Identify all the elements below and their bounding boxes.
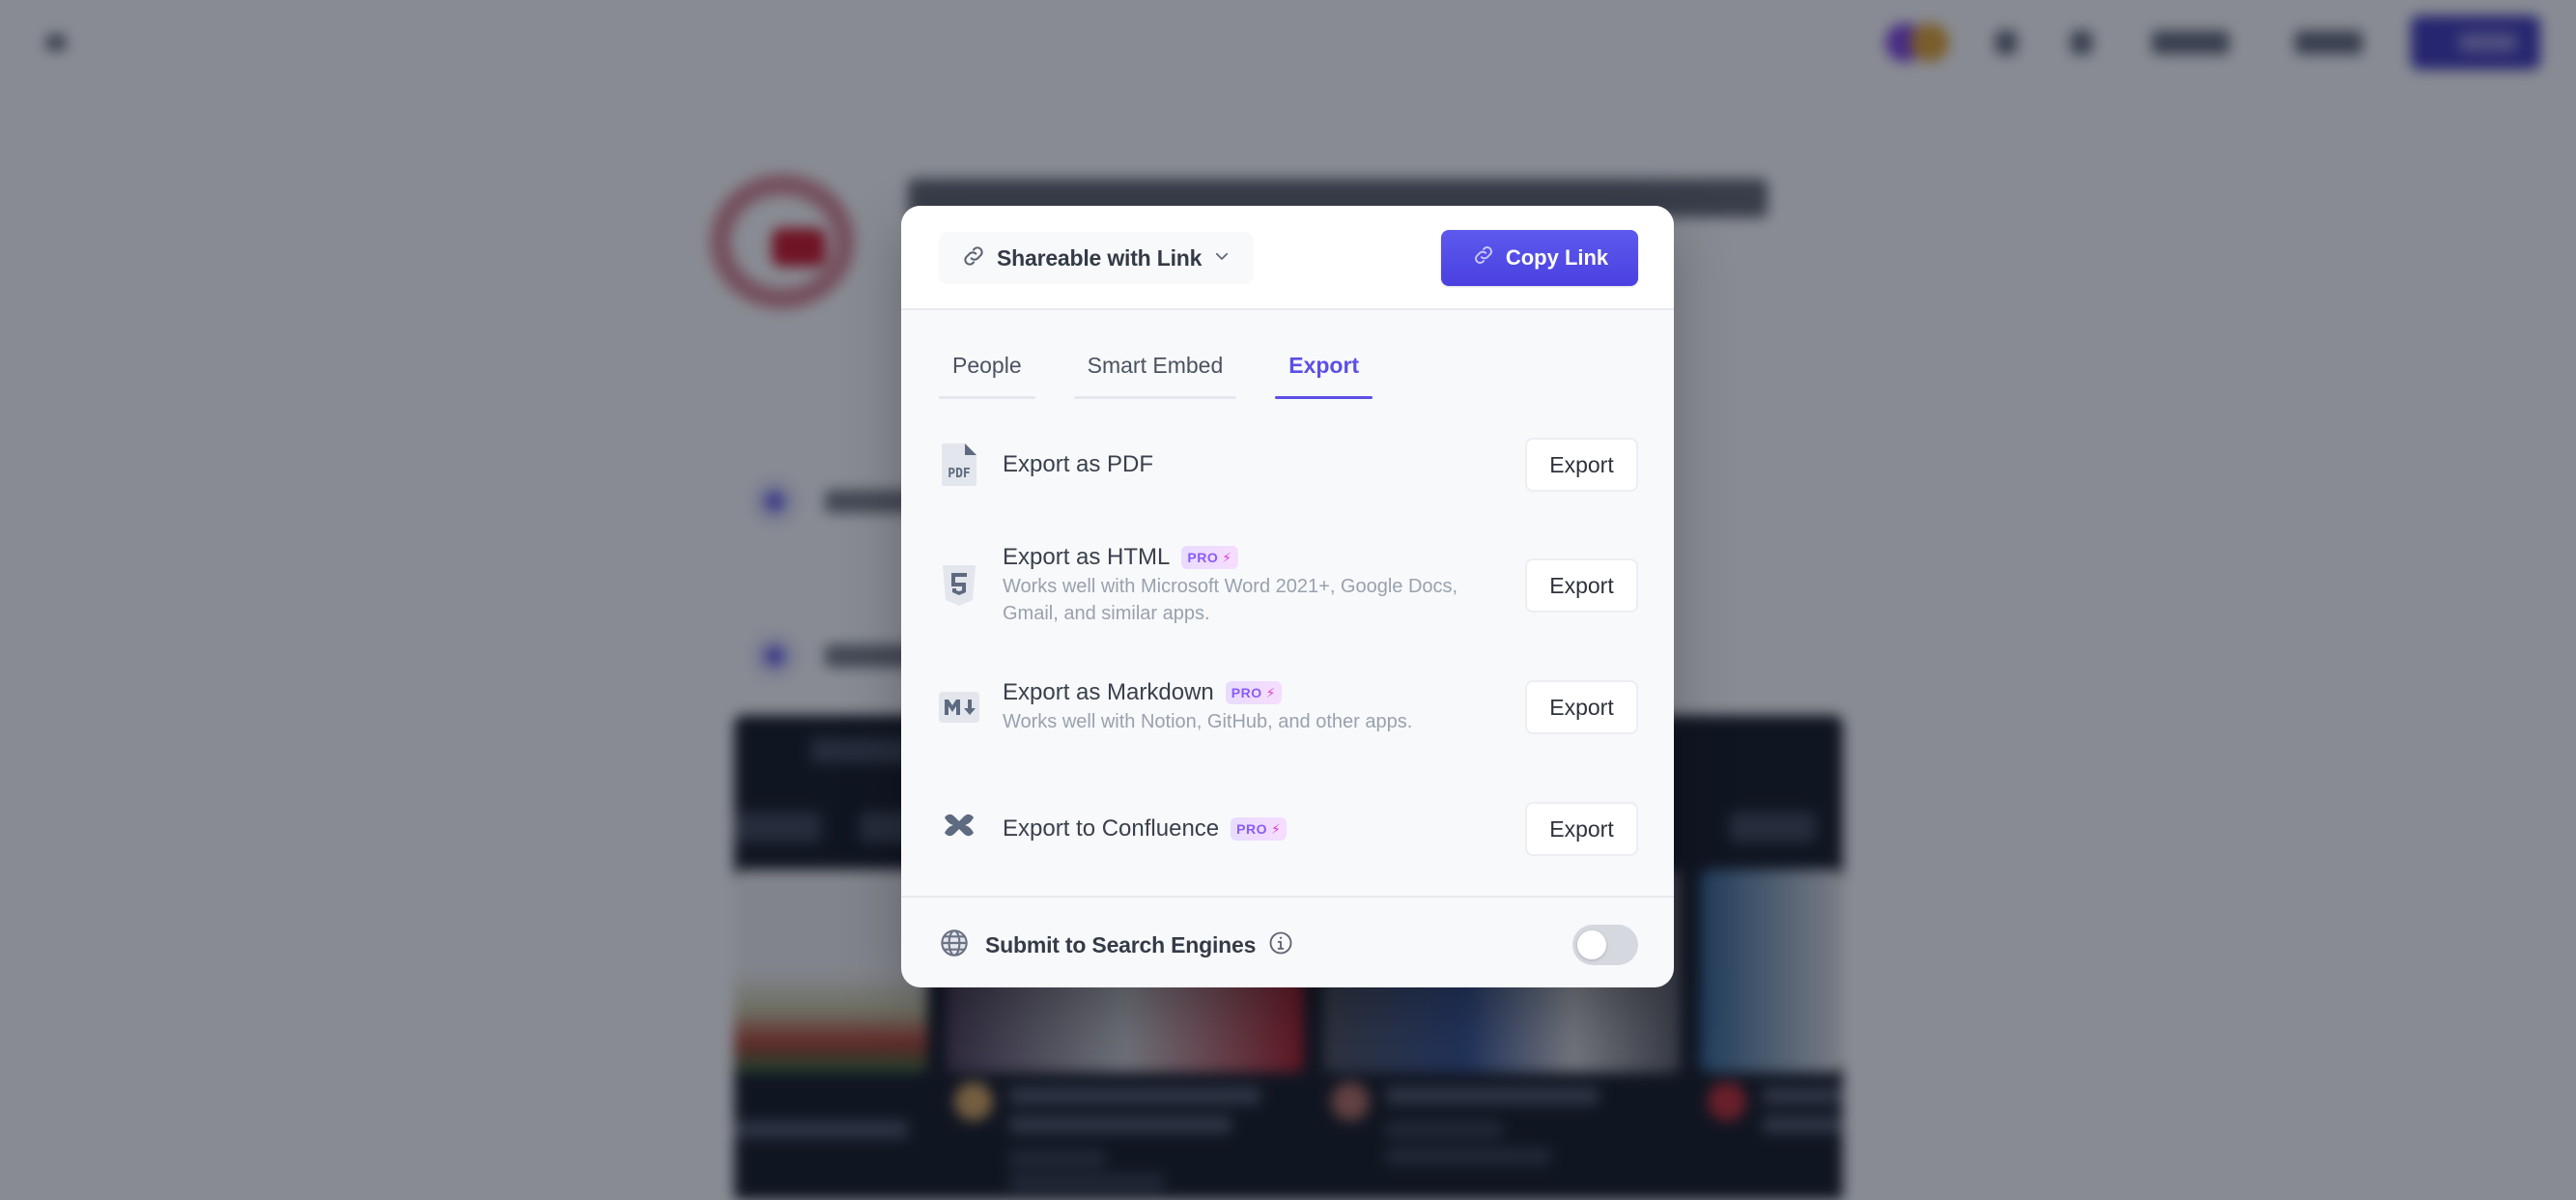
chevron-down-icon [1213,247,1231,270]
pro-badge: PRO ⚡ [1225,681,1282,704]
copy-link-label: Copy Link [1505,245,1609,270]
divider [901,896,1674,898]
bolt-icon: ⚡ [1270,820,1282,837]
tab-export[interactable]: Export [1275,341,1373,399]
export-html-title: Export as HTML [1003,544,1171,570]
bolt-icon: ⚡ [1265,684,1276,700]
export-option-confluence: Export to Confluence PRO ⚡ Export [939,802,1638,856]
export-markdown-title: Export as Markdown [1003,679,1214,705]
globe-icon [939,928,970,963]
search-engines-setting: Submit to Search Engines [939,921,1638,969]
export-confluence-button[interactable]: Export [1525,802,1638,856]
export-option-pdf: PDF Export as PDF Export [939,438,1638,492]
visibility-dropdown[interactable]: Shareable with Link [939,232,1254,284]
search-engines-label: Submit to Search Engines [985,931,1257,957]
export-pdf-title: Export as PDF [1003,451,1154,477]
link-icon [1471,243,1496,273]
toggle-knob [1577,930,1606,959]
pdf-file-icon: PDF [939,442,979,488]
share-tabs: People Smart Embed Export [939,341,1411,399]
modal-header: Shareable with Link Copy Link [901,206,1674,310]
export-option-html: Export as HTML PRO ⚡ Works well with Micr… [939,544,1638,627]
copy-link-button[interactable]: Copy Link [1441,230,1638,286]
markdown-icon [939,684,979,730]
export-markdown-button[interactable]: Export [1525,680,1638,734]
export-markdown-description: Works well with Notion, GitHub, and othe… [1003,711,1413,732]
svg-text:PDF: PDF [948,467,971,481]
link-icon [960,243,987,274]
export-pdf-button[interactable]: Export [1525,438,1638,492]
export-html-button[interactable]: Export [1525,558,1638,613]
html5-icon [939,562,979,609]
tab-people[interactable]: People [939,341,1035,399]
export-html-description: Works well with Microsoft Word 2021+, Go… [1003,576,1458,624]
visibility-label: Shareable with Link [997,244,1203,271]
bolt-icon: ⚡ [1222,549,1232,565]
share-modal: Shareable with Link Copy Link People Sma… [901,206,1674,987]
export-confluence-title: Export to Confluence [1003,815,1220,842]
search-engines-toggle[interactable] [1572,925,1638,965]
info-icon[interactable] [1267,929,1294,961]
confluence-icon [939,806,979,852]
export-option-markdown: Export as Markdown PRO ⚡ Works well with … [939,679,1638,735]
pro-badge: PRO ⚡ [1231,817,1288,841]
tab-smart-embed[interactable]: Smart Embed [1073,341,1237,399]
pro-badge: PRO ⚡ [1181,546,1238,569]
